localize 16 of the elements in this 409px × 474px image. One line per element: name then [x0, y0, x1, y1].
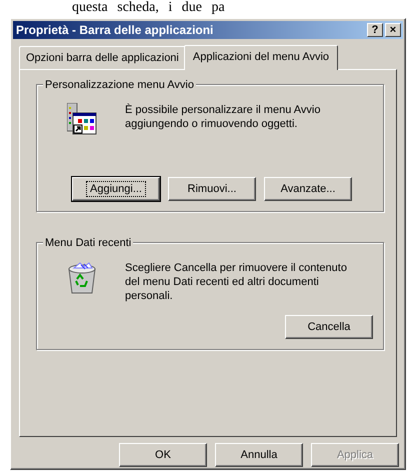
close-button[interactable]: × — [385, 23, 401, 37]
dialog-button[interactable]: Cancella — [285, 315, 373, 339]
start-menu-icon — [67, 103, 97, 135]
help-button[interactable]: ? — [367, 23, 383, 37]
dialog-button[interactable]: Avanzate... — [264, 177, 352, 201]
dialog-button[interactable]: Annulla — [215, 443, 303, 467]
description-text: Scegliere Cancella per rimuovere il contenuto del menu Dati recenti ed altri documenti personali. — [125, 261, 348, 303]
window-title: Proprietà - Barra delle applicazioni — [16, 22, 214, 39]
dialog-button[interactable]: Rimuovi... — [168, 177, 256, 201]
tab[interactable]: Applicazioni del menu Avvio — [184, 44, 338, 70]
dialog-button[interactable]: Aggiungi... — [72, 177, 160, 201]
description-text: È possibile personalizzare il menu Avvio aggiungendo o rimuovendo oggetti. — [125, 103, 322, 132]
background-text: questa scheda, i due pa — [71, 0, 226, 17]
recycle-bin-icon — [67, 261, 97, 295]
tab[interactable]: Opzioni barra delle applicazioni — [19, 46, 186, 69]
dialog-button[interactable]: OK — [119, 443, 207, 467]
